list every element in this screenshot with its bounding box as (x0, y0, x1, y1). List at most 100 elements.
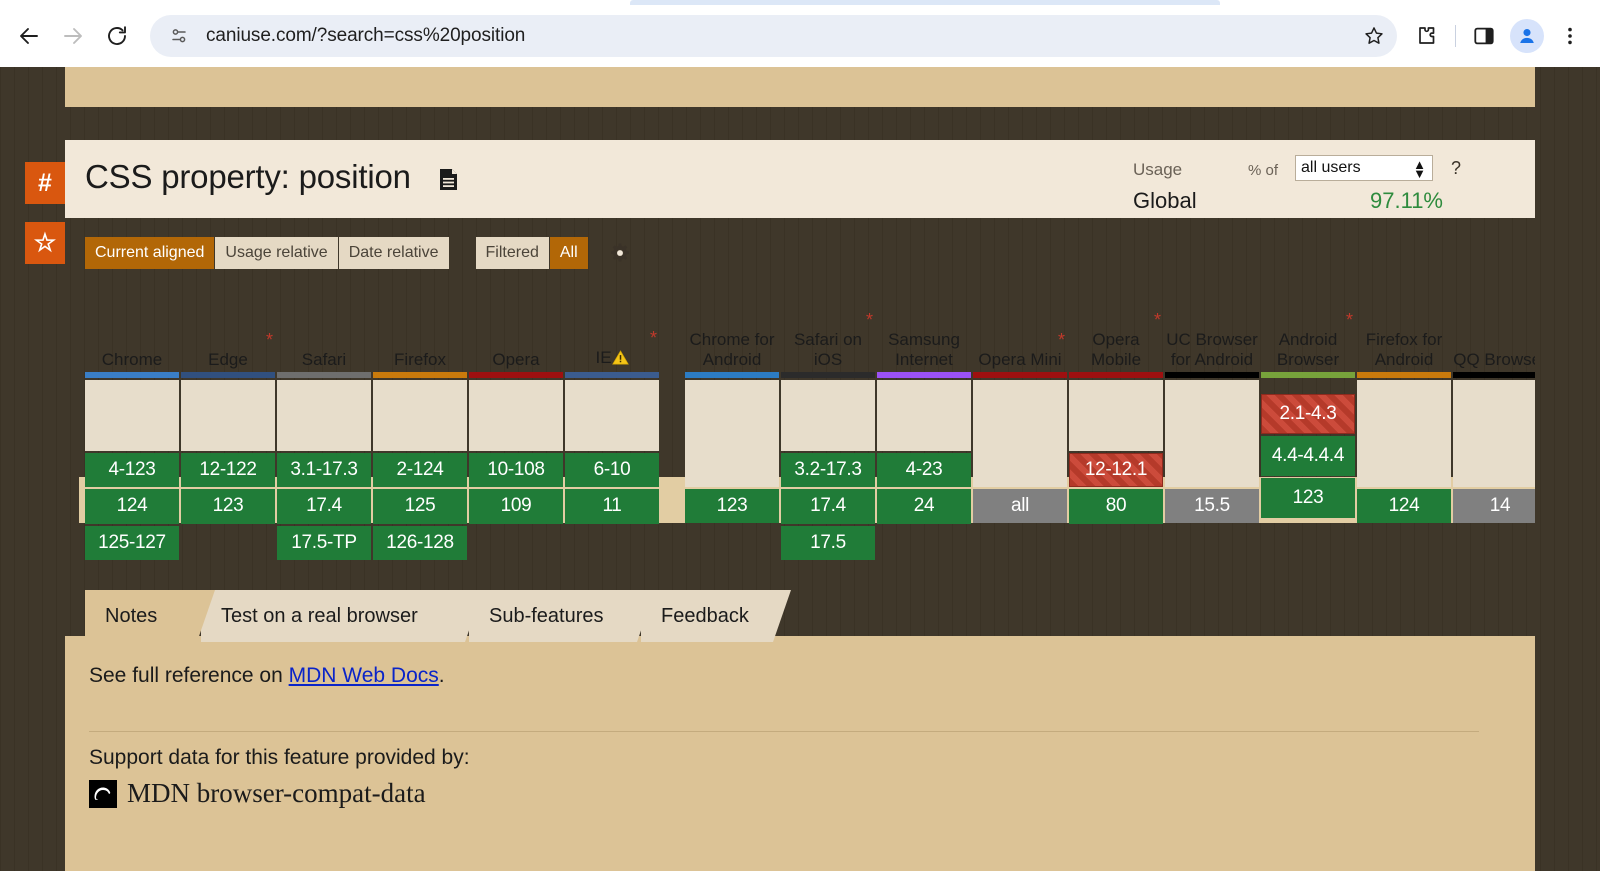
browser-column: Safari 3.1-17.3 17.4 17.5-TP (277, 285, 371, 560)
footnote-asterisk-icon: * (265, 329, 273, 350)
browser-column: Opera Mobile * 12-12.1 80 (1069, 285, 1163, 560)
three-dot-menu-icon (1568, 27, 1572, 45)
view-mode-option-0[interactable]: Current aligned (85, 237, 215, 269)
hash-icon: # (38, 168, 52, 197)
version-cell[interactable] (373, 380, 467, 451)
feature-tab-sub-features[interactable]: Sub-features (469, 590, 655, 642)
settings-gear-button[interactable] (607, 240, 633, 266)
version-cell[interactable] (85, 380, 179, 451)
version-cell[interactable] (1453, 379, 1535, 487)
version-cell[interactable] (1357, 379, 1451, 487)
version-cell[interactable]: 17.4 (277, 489, 371, 524)
version-cell (1069, 526, 1163, 560)
mdn-web-docs-link[interactable]: MDN Web Docs (289, 664, 439, 687)
version-cell[interactable]: 124 (85, 489, 179, 524)
version-cell[interactable]: 123 (685, 488, 779, 524)
browser-name: Safari on iOS * (793, 309, 873, 369)
version-cell[interactable]: 109 (469, 489, 563, 524)
version-cell[interactable]: 80 (1069, 489, 1163, 524)
version-cell[interactable] (781, 380, 875, 451)
version-cell (973, 525, 1067, 560)
browser-column: Chrome for Android 123 (685, 285, 779, 560)
side-panel-button[interactable] (1464, 16, 1504, 56)
version-cells: 3.2-17.3 17.4 17.5 (781, 378, 875, 560)
version-cell[interactable] (181, 380, 275, 451)
anchor-link-button[interactable]: # (25, 162, 65, 204)
notes-divider (89, 731, 1479, 732)
version-cell[interactable]: 2-124 (373, 452, 467, 488)
version-cell[interactable] (1165, 379, 1259, 487)
back-arrow-icon (20, 28, 38, 44)
bookmark-star-button[interactable] (1359, 21, 1389, 51)
page-title: CSS property: position (85, 158, 411, 195)
extensions-button[interactable] (1407, 16, 1447, 56)
version-cell (1261, 520, 1355, 560)
version-cell[interactable]: 4-123 (85, 452, 179, 488)
version-cell (877, 526, 971, 560)
version-cells: 3.1-17.3 17.4 17.5-TP (277, 378, 371, 560)
select-arrows-icon: ▲ ▼ (1413, 157, 1426, 181)
version-cell[interactable] (1069, 379, 1163, 451)
feature-tab-test-on-a-real-browser[interactable]: Test on a real browser (201, 590, 483, 642)
filter-option-1[interactable]: All (549, 237, 588, 269)
global-usage-label: Global (1133, 188, 1197, 213)
version-cell[interactable]: all (973, 488, 1067, 524)
version-cell[interactable]: 11 (565, 489, 659, 524)
version-cell[interactable]: 4-23 (877, 452, 971, 488)
version-cell[interactable] (565, 380, 659, 451)
version-cell[interactable]: 24 (877, 489, 971, 524)
browser-column: Safari on iOS * 3.2-17.3 17.4 17.5 (781, 285, 875, 560)
browser-column: Firefox 2-124 125 126-128 (373, 285, 467, 560)
version-cell[interactable] (973, 379, 1067, 487)
feature-tab-feedback[interactable]: Feedback (641, 590, 791, 642)
version-cell[interactable]: 126-128 (373, 525, 467, 560)
audience-select[interactable]: all users ▲ ▼ (1295, 155, 1433, 181)
feature-tab-notes[interactable]: Notes (85, 590, 215, 642)
version-cell[interactable]: 15.5 (1165, 488, 1259, 524)
site-info-button[interactable] (164, 21, 194, 51)
usage-help-icon[interactable]: ? (1451, 158, 1461, 179)
version-cells: 4-23 24 (877, 378, 971, 560)
back-button[interactable] (8, 15, 50, 57)
version-cell[interactable]: 2.1-4.3 (1261, 394, 1355, 434)
star-outline-icon (1365, 27, 1383, 44)
version-cell[interactable]: 10-108 (469, 452, 563, 488)
global-usage-value: 97.11% (1370, 188, 1443, 213)
version-cell[interactable] (877, 380, 971, 451)
version-cell[interactable]: 3.1-17.3 (277, 452, 371, 488)
favorite-button[interactable]: ☆ (25, 222, 65, 264)
version-cell[interactable]: 125-127 (85, 525, 179, 560)
forward-button[interactable] (52, 15, 94, 57)
version-cell[interactable]: 17.4 (781, 489, 875, 524)
version-cell[interactable]: 6-10 (565, 452, 659, 488)
version-cells: all (973, 378, 1067, 560)
version-cell[interactable] (685, 379, 779, 487)
version-cell[interactable]: 17.5-TP (277, 525, 371, 560)
version-cell[interactable]: 124 (1357, 488, 1451, 524)
filter-option-0[interactable]: Filtered (475, 237, 549, 269)
browser-menu-button[interactable] (1550, 16, 1590, 56)
version-cell[interactable]: 125 (373, 489, 467, 524)
version-cell[interactable]: 17.5 (781, 525, 875, 560)
document-icon[interactable] (439, 168, 458, 191)
view-mode-option-1[interactable]: Usage relative (215, 237, 338, 269)
version-cells: 123 (685, 378, 779, 560)
address-bar[interactable]: caniuse.com/?search=css%20position (150, 15, 1397, 57)
version-cell[interactable]: 14 (1453, 488, 1535, 524)
gear-icon (610, 243, 629, 262)
version-cell[interactable]: 12-122 (181, 452, 275, 488)
browser-name: Chrome (101, 349, 163, 369)
usage-label: Usage (1133, 160, 1183, 179)
version-cell[interactable] (469, 380, 563, 451)
view-mode-option-2[interactable]: Date relative (338, 237, 449, 269)
version-cells: 12-122 123 (181, 378, 275, 560)
version-cell[interactable]: 123 (181, 489, 275, 524)
version-cell[interactable]: 3.2-17.3 (781, 452, 875, 488)
version-cell[interactable]: 12-12.1 (1069, 452, 1163, 488)
version-cell[interactable] (277, 380, 371, 451)
profile-avatar-button[interactable] (1510, 19, 1544, 53)
reload-button[interactable] (96, 15, 138, 57)
version-cell[interactable]: 4.4-4.4.4 (1261, 436, 1355, 476)
version-cell[interactable]: 123 (1261, 478, 1355, 518)
version-cells: 12-12.1 80 (1069, 378, 1163, 560)
